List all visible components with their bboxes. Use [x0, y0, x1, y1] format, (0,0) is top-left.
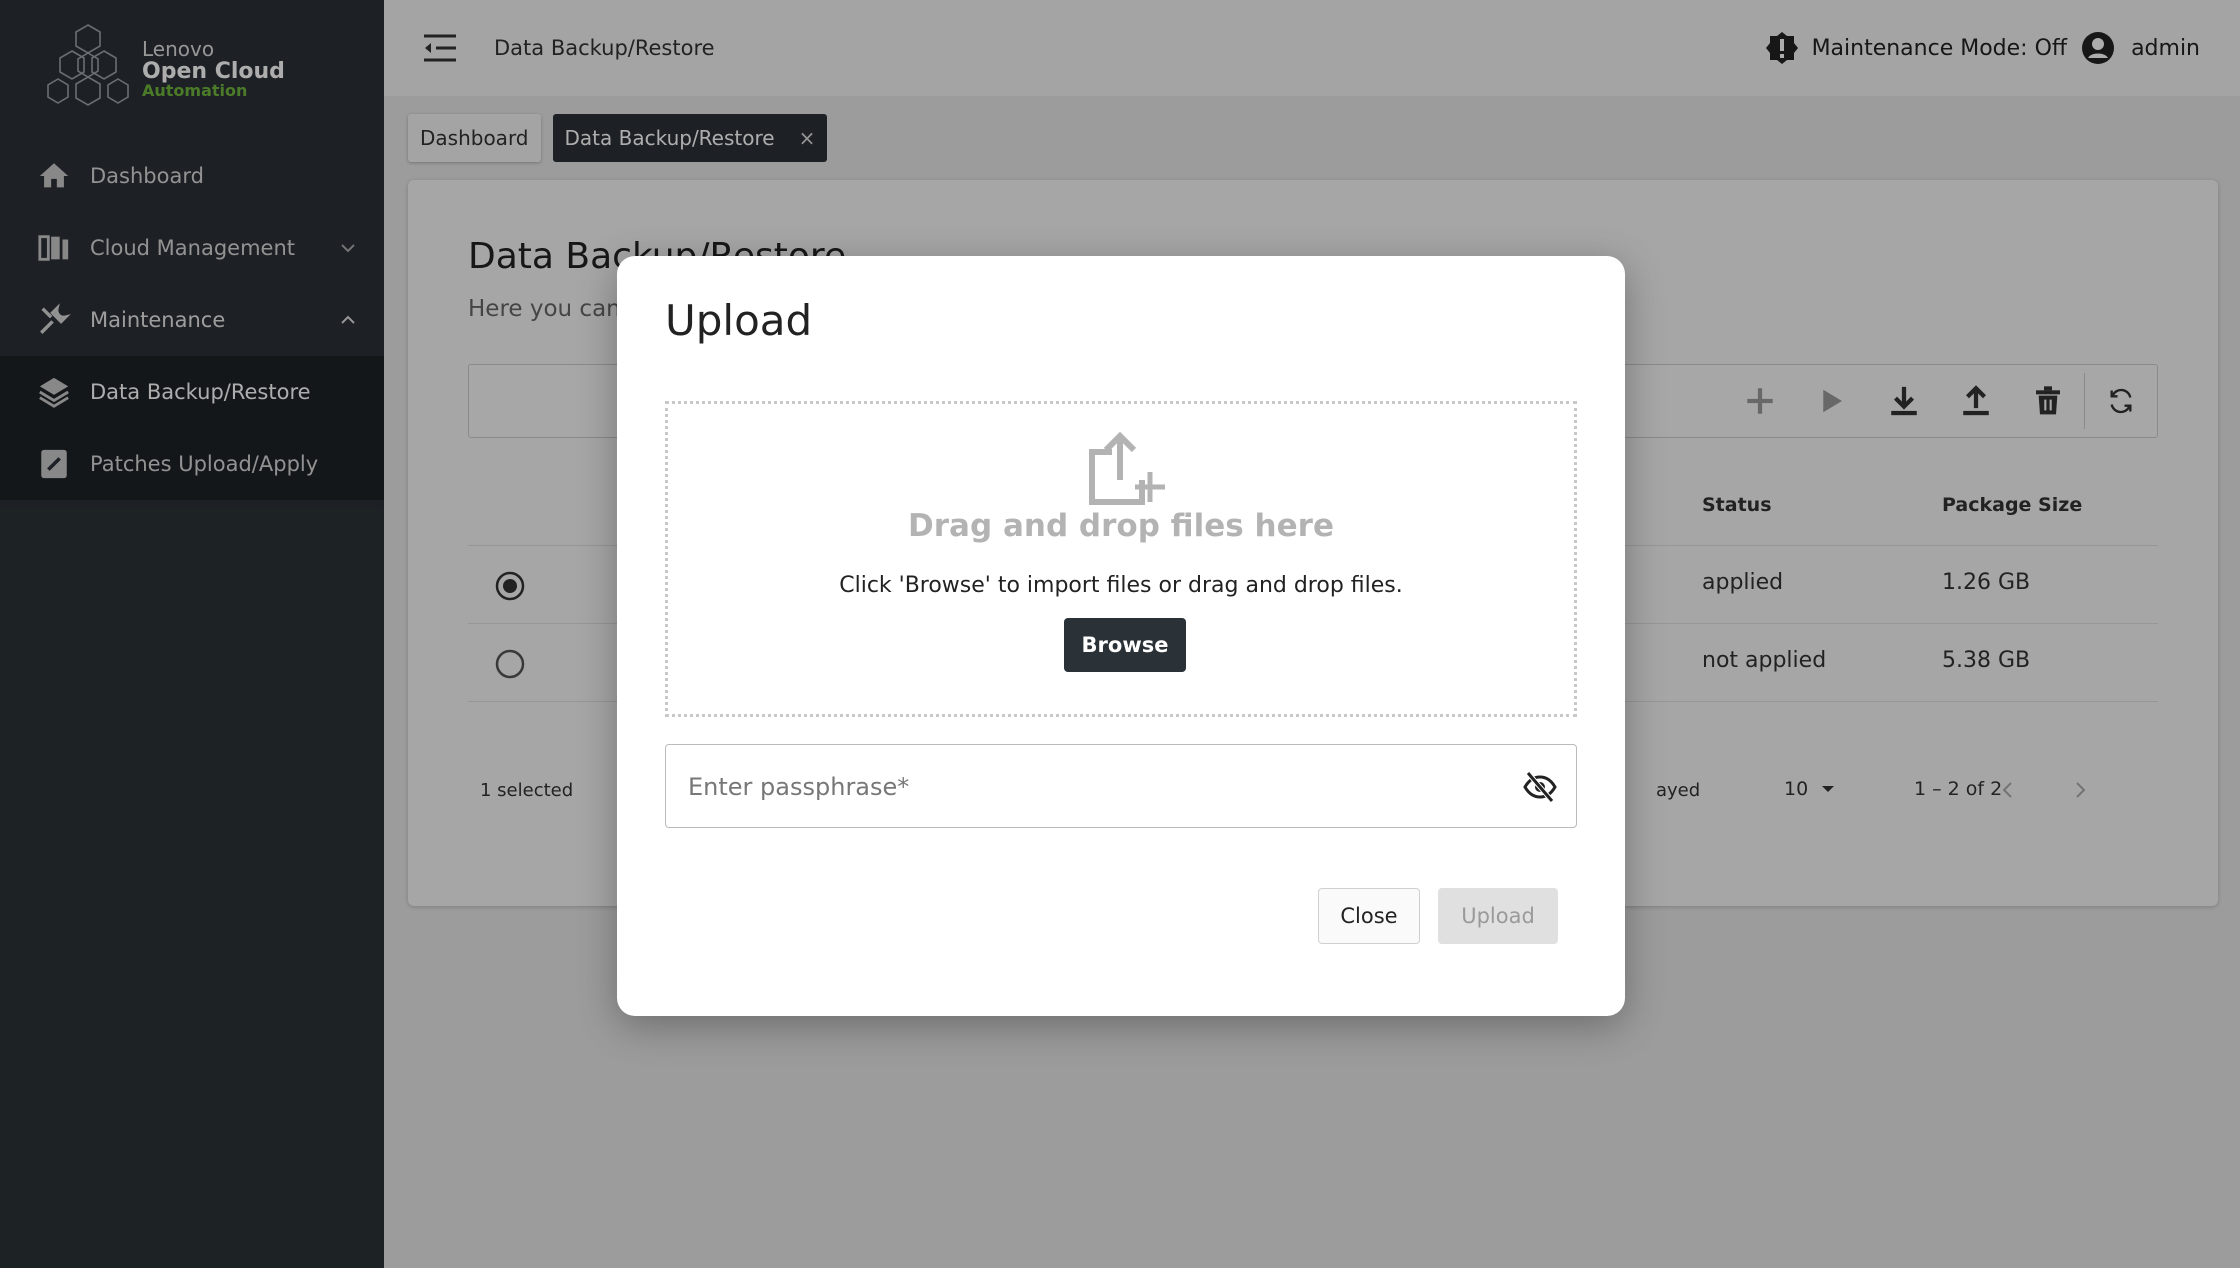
passphrase-placeholder: Enter passphrase*	[688, 773, 910, 801]
dropzone-title: Drag and drop files here	[908, 508, 1334, 544]
file-dropzone[interactable]: Drag and drop files here Click 'Browse' …	[665, 401, 1577, 717]
browse-button[interactable]: Browse	[1064, 618, 1186, 672]
upload-button[interactable]: Upload	[1438, 888, 1558, 944]
passphrase-field[interactable]: Enter passphrase*	[665, 744, 1577, 828]
visibility-off-icon[interactable]	[1522, 769, 1558, 805]
close-button[interactable]: Close	[1318, 888, 1420, 944]
dropzone-hint: Click 'Browse' to import files or drag a…	[839, 573, 1403, 598]
file-upload-icon	[1089, 431, 1165, 505]
upload-dialog: Upload Drag and drop files here Click 'B…	[617, 256, 1625, 1016]
dialog-title: Upload	[665, 296, 813, 345]
